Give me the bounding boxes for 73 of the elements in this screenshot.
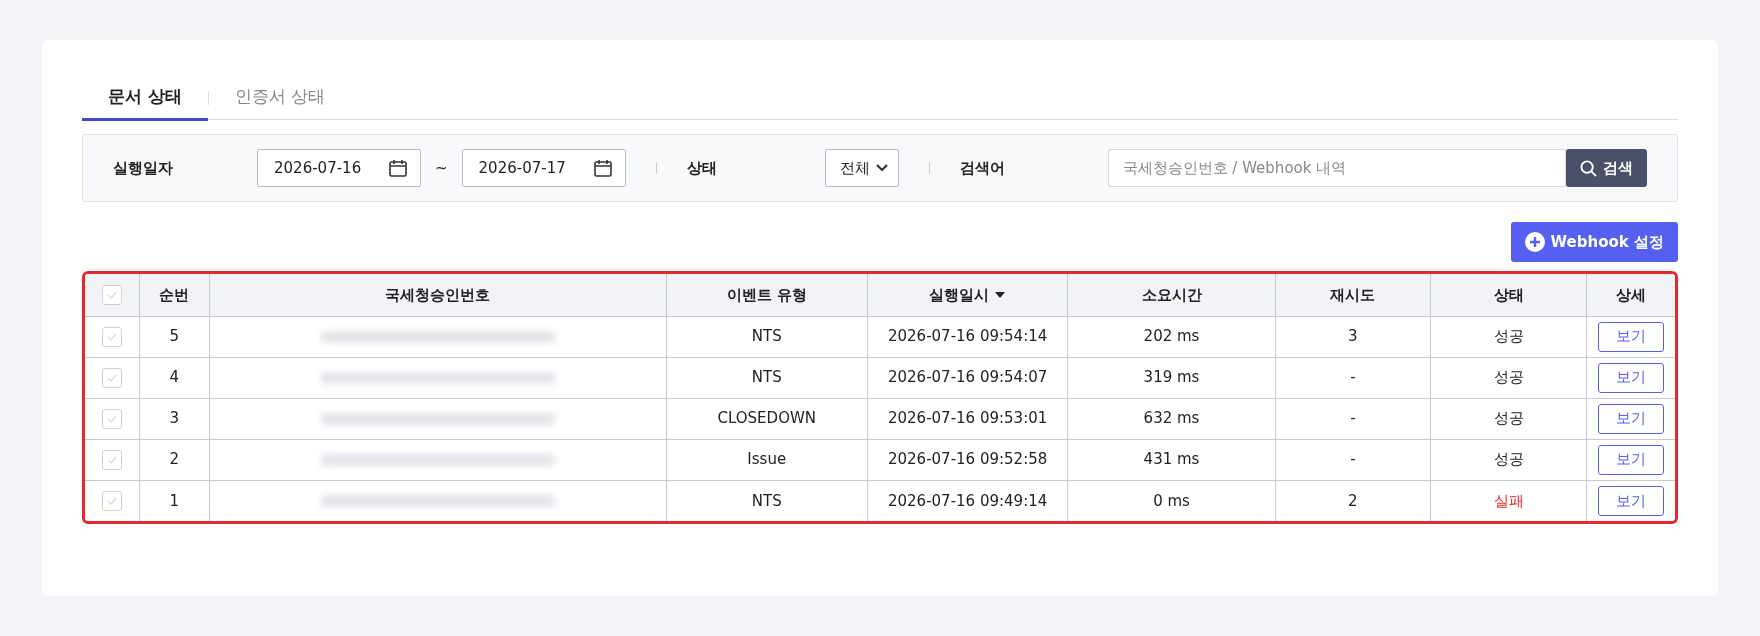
view-button[interactable]: 보기 [1598, 362, 1665, 393]
table-cell: 319 ms [1143, 368, 1200, 387]
status-text: 성공 [1493, 327, 1524, 346]
status-dropdown[interactable]: 전체 [824, 149, 899, 187]
status-text: 성공 [1493, 409, 1524, 428]
column-header: 상태 [1493, 285, 1524, 304]
table-cell: 2026-07-16 09:54:07 [888, 368, 1048, 387]
check-icon [106, 291, 117, 299]
check-icon [106, 414, 117, 423]
view-button[interactable]: 보기 [1598, 321, 1665, 352]
table-cell: 3 [169, 409, 179, 428]
plus-circle-icon [1524, 232, 1545, 252]
table-cell: 2 [1348, 491, 1358, 510]
filter-label: 상태 [686, 157, 718, 179]
checkbox[interactable] [101, 326, 122, 347]
column-header: 소요시간 [1141, 285, 1202, 304]
table-cell: - [1350, 368, 1356, 387]
checkbox[interactable] [101, 285, 122, 305]
table-cell: 202 ms [1143, 327, 1200, 346]
table-cell: 2026-07-16 09:54:14 [888, 327, 1048, 346]
search-field[interactable]: 국세청승인번호 / Webhook 내역 [1107, 149, 1566, 187]
table-cell: CLOSEDOWN [717, 409, 816, 428]
checkbox[interactable] [101, 449, 122, 470]
checkbox[interactable] [101, 408, 122, 429]
check-icon [106, 497, 117, 505]
status-text: 성공 [1493, 368, 1524, 387]
view-button[interactable]: 보기 [1598, 403, 1665, 434]
status-text: 성공 [1493, 450, 1524, 469]
range-separator: ~ [435, 157, 448, 179]
table-cell: 2 [169, 450, 179, 469]
tab[interactable]: 인증서 상태 [208, 76, 352, 121]
table-cell: 5 [169, 327, 179, 346]
check-icon [106, 332, 117, 341]
column-header: 재시도 [1330, 285, 1376, 304]
table-cell: 3 [1348, 327, 1358, 346]
tab[interactable]: 문서 상태 [82, 76, 208, 121]
table-cell: 2026-07-16 09:52:58 [888, 450, 1048, 469]
table-cell: 4 [169, 368, 179, 387]
check-icon [106, 455, 117, 464]
check-icon [106, 373, 117, 382]
search-icon [1580, 159, 1597, 177]
table-cell: 0 ms [1153, 491, 1190, 510]
calendar-icon[interactable] [388, 158, 408, 178]
table-cell: NTS [751, 368, 782, 387]
column-header: 국세청승인번호 [385, 285, 491, 304]
sort-descending-icon[interactable] [994, 291, 1007, 299]
table-cell: 431 ms [1143, 450, 1200, 469]
calendar-icon[interactable] [592, 158, 613, 178]
table-cell: NTS [751, 491, 782, 510]
table-cell: 2026-07-16 09:53:01 [888, 409, 1048, 428]
status-text: 실패 [1493, 491, 1524, 510]
table-cell: - [1350, 450, 1356, 469]
table-cell: Issue [747, 450, 787, 469]
table-cell: 2026-07-16 09:49:14 [888, 491, 1048, 510]
view-button[interactable]: 보기 [1598, 485, 1665, 516]
table-cell: 1 [169, 491, 179, 510]
checkbox[interactable] [101, 491, 122, 511]
column-header: 순번 [159, 285, 190, 304]
date-field[interactable]: 2026-07-17 [461, 149, 626, 187]
column-header: 실행일시 [929, 285, 989, 304]
date-field[interactable]: 2026-07-16 [257, 149, 421, 187]
filter-label: 실행일자 [113, 157, 174, 179]
filter-label: 검색어 [959, 157, 1006, 179]
chevron-down-icon [875, 164, 888, 172]
table-cell: - [1350, 409, 1356, 428]
table-cell: 632 ms [1143, 409, 1200, 428]
checkbox[interactable] [101, 367, 122, 388]
view-button[interactable]: 보기 [1598, 444, 1665, 475]
webhook-settings-button[interactable]: Webhook 설정 [1510, 222, 1678, 262]
search-button[interactable]: 검색 [1566, 149, 1647, 187]
column-header: 이벤트 유형 [726, 285, 807, 304]
table-cell: NTS [751, 327, 782, 346]
column-header: 상세 [1616, 285, 1647, 304]
